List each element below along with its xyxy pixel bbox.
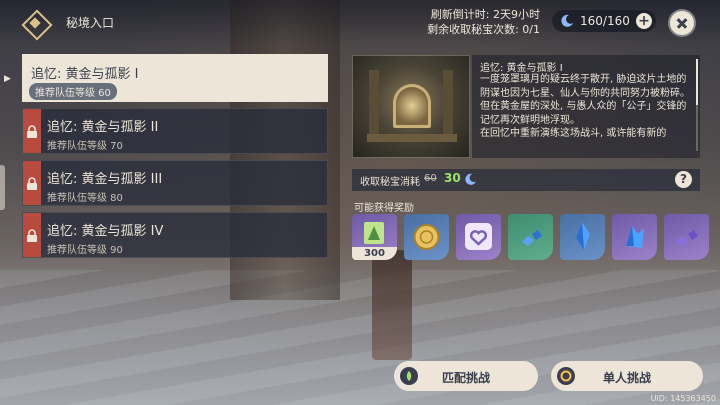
scrollbar-thumb[interactable] <box>696 59 698 105</box>
material-purple-icon[interactable] <box>664 214 709 260</box>
adventure-exp-icon[interactable]: 300 <box>352 214 397 260</box>
top-bar: 秘境入口 刷新倒计时: 2天9小时 剩余收取秘宝次数: 0/1 160/160 … <box>0 0 720 46</box>
selected-arrow-icon: ▶ <box>4 74 11 84</box>
domain-item-3[interactable]: 追忆: 黄金与孤影 III 推荐队伍等级 80 <box>22 160 328 206</box>
domain-name: 追忆: 黄金与孤影 II <box>47 120 159 135</box>
solo-challenge-button[interactable]: 单人挑战 <box>551 361 703 391</box>
recommended-level: 推荐队伍等级 90 <box>47 245 123 256</box>
recommended-level: 推荐队伍等级 80 <box>47 193 123 204</box>
mora-coin-icon[interactable] <box>404 214 449 260</box>
add-resin-button[interactable]: + <box>636 13 652 29</box>
resin-icon <box>465 173 477 185</box>
co-op-challenge-label: 匹配挑战 <box>441 371 490 385</box>
description-paragraph: 一度笼罩璃月的疑云终于散开, 胁迫这片土地的阴谋也因为七星、仙人与你的共同努力被… <box>480 74 690 99</box>
help-button[interactable]: ? <box>675 171 692 188</box>
domain-description-panel[interactable]: 追忆: 黄金与孤影 I 一度笼罩璃月的疑云终于散开, 胁迫这片土地的阴谋也因为七… <box>472 55 700 158</box>
player-uid: UID: 145363450 <box>650 394 716 403</box>
domain-item-1[interactable]: 追忆: 黄金与孤影 I 推荐队伍等级 60 <box>22 54 328 102</box>
resin-counter: 160/160 + <box>552 10 656 32</box>
description-title: 追忆: 黄金与孤影 I <box>480 63 563 74</box>
co-op-challenge-button[interactable]: 匹配挑战 <box>394 361 538 391</box>
cost-discounted: 30 <box>444 171 461 185</box>
refresh-countdown: 刷新倒计时: 2天9小时 <box>430 8 540 21</box>
rewards-label: 可能获得奖励 <box>354 203 414 214</box>
description-text: 一度笼罩璃月的疑云终于散开, 胁迫这片土地的阴谋也因为七星、仙人与你的共同努力被… <box>480 73 692 141</box>
recommended-level: 推荐队伍等级 70 <box>47 141 123 152</box>
domain-preview-image <box>352 55 470 158</box>
description-paragraph: 在回忆中重新演练这场战斗, 或许能有新的 <box>480 128 667 139</box>
refresh-info: 刷新倒计时: 2天9小时 剩余收取秘宝次数: 0/1 <box>410 7 540 37</box>
cost-label: 收取秘宝消耗 <box>360 177 420 188</box>
solo-challenge-label: 单人挑战 <box>602 371 651 385</box>
side-handle[interactable] <box>0 165 5 210</box>
material-blue-icon[interactable] <box>560 214 605 260</box>
companionship-exp-icon[interactable] <box>456 214 501 260</box>
material-purple-icon[interactable] <box>612 214 657 260</box>
claims-left: 剩余收取秘宝次数: 0/1 <box>427 23 540 36</box>
close-button[interactable] <box>668 9 696 37</box>
reward-count: 300 <box>352 247 397 260</box>
rewards-list: 300 <box>352 214 709 260</box>
lock-icon <box>23 161 41 205</box>
background-character <box>372 250 412 360</box>
domain-item-4[interactable]: 追忆: 黄金与孤影 IV 推荐队伍等级 90 <box>22 212 328 258</box>
domain-name: 追忆: 黄金与孤影 IV <box>47 224 164 239</box>
domain-item-2[interactable]: 追忆: 黄金与孤影 II 推荐队伍等级 70 <box>22 108 328 154</box>
cost-original: 60 <box>424 173 437 184</box>
description-paragraph: 但在黄金屋的深处, 与愚人众的「公子」交锋的记忆再次鲜明地浮现。 <box>480 101 687 126</box>
page-title: 秘境入口 <box>66 16 115 30</box>
lock-icon <box>23 109 41 153</box>
claim-cost-row: 收取秘宝消耗 60 30 ? <box>352 169 700 191</box>
material-green-icon[interactable] <box>508 214 553 260</box>
domain-name: 追忆: 黄金与孤影 I <box>31 67 139 82</box>
lock-icon <box>23 213 41 257</box>
resin-value: 160/160 <box>580 14 630 28</box>
domain-entrance-icon <box>21 9 53 41</box>
domain-name: 追忆: 黄金与孤影 III <box>47 172 163 187</box>
original-resin-icon <box>561 14 573 27</box>
recommended-level: 推荐队伍等级 60 <box>29 83 117 100</box>
domain-list: 追忆: 黄金与孤影 I 推荐队伍等级 60 追忆: 黄金与孤影 II 推荐队伍等… <box>22 54 328 264</box>
